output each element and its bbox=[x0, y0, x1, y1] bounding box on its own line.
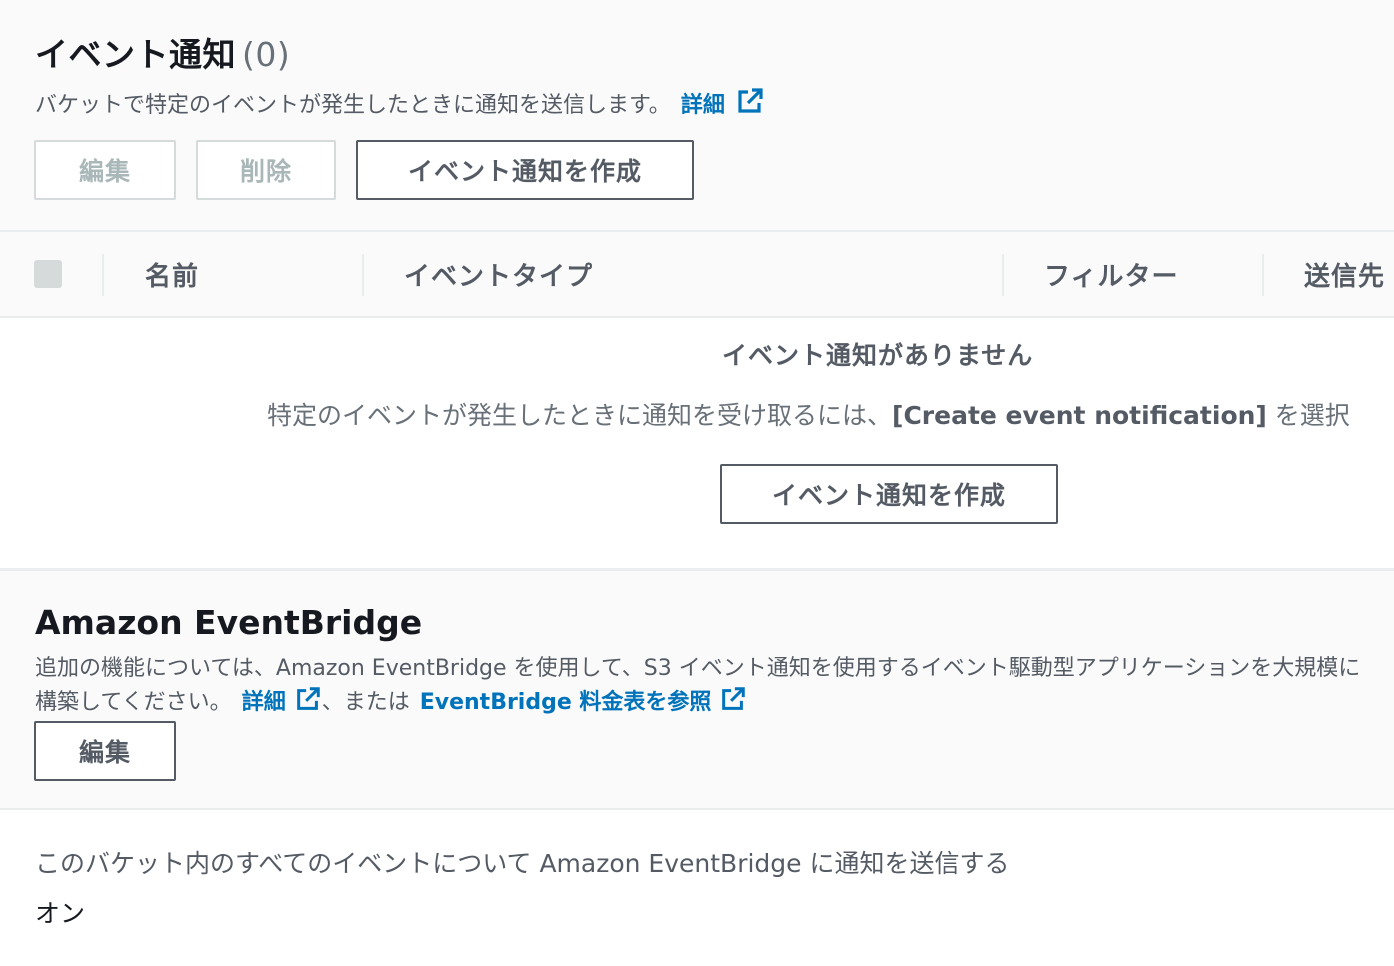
empty-state-create-button[interactable]: イベント通知を作成 bbox=[720, 464, 1058, 524]
eventbridge-setting-label: このバケット内のすべてのイベントについて Amazon EventBridge … bbox=[35, 849, 1010, 878]
eventbridge-setting-value: オン bbox=[35, 899, 86, 928]
column-divider[interactable] bbox=[1002, 254, 1004, 296]
event-notifications-description: バケットで特定のイベントが発生したときに通知を送信します。 詳細 bbox=[35, 86, 765, 119]
empty-desc-suffix: を選択 bbox=[1266, 401, 1350, 430]
eventbridge-learn-more-link[interactable]: 詳細 bbox=[242, 690, 286, 715]
column-divider[interactable] bbox=[362, 254, 364, 296]
table-header: 名前 イベントタイプ フィルター 送信先 bbox=[0, 230, 1394, 318]
column-header-event-type[interactable]: イベントタイプ bbox=[404, 256, 593, 293]
column-header-name[interactable]: 名前 bbox=[145, 256, 199, 293]
empty-state-title: イベント通知がありません bbox=[722, 341, 1034, 370]
column-divider[interactable] bbox=[102, 254, 104, 296]
event-notifications-count: (0) bbox=[242, 35, 291, 74]
eventbridge-settings: このバケット内のすべてのイベントについて Amazon EventBridge … bbox=[0, 810, 1394, 966]
column-divider[interactable] bbox=[1262, 254, 1264, 296]
delete-button[interactable]: 削除 bbox=[196, 140, 336, 200]
title-text: イベント通知 bbox=[35, 35, 236, 74]
column-header-destination[interactable]: 送信先 bbox=[1304, 256, 1385, 293]
learn-more-link[interactable]: 詳細 bbox=[681, 93, 725, 118]
eventbridge-edit-button[interactable]: 編集 bbox=[34, 721, 176, 781]
eventbridge-description: 追加の機能については、Amazon EventBridge を使用して、S3 イ… bbox=[35, 653, 1375, 719]
eventbridge-pricing-link[interactable]: EventBridge 料金表を参照 bbox=[420, 690, 712, 715]
event-notifications-title: イベント通知 (0) bbox=[35, 28, 290, 76]
external-link-icon[interactable] bbox=[294, 685, 322, 713]
or-text: 、または bbox=[321, 690, 410, 715]
empty-state: イベント通知がありません 特定のイベントが発生したときに通知を受け取るには、[C… bbox=[0, 318, 1394, 568]
empty-state-description: 特定のイベントが発生したときに通知を受け取るには、[Create event n… bbox=[267, 396, 1350, 432]
edit-button[interactable]: 編集 bbox=[34, 140, 176, 200]
description-text: バケットで特定のイベントが発生したときに通知を送信します。 bbox=[35, 93, 671, 118]
select-all-checkbox[interactable] bbox=[34, 260, 62, 288]
column-header-filter[interactable]: フィルター bbox=[1044, 256, 1178, 293]
external-link-icon[interactable] bbox=[719, 685, 747, 713]
create-event-notification-button[interactable]: イベント通知を作成 bbox=[356, 140, 694, 200]
external-link-icon[interactable] bbox=[735, 86, 765, 116]
eventbridge-panel: Amazon EventBridge 追加の機能については、Amazon Eve… bbox=[0, 568, 1394, 810]
event-notifications-panel: イベント通知 (0) バケットで特定のイベントが発生したときに通知を送信します。詳… bbox=[0, 0, 1394, 230]
empty-desc-prefix: 特定のイベントが発生したときに通知を受け取るには、 bbox=[267, 401, 893, 430]
page: イベント通知 (0) バケットで特定のイベントが発生したときに通知を送信します。詳… bbox=[0, 0, 1394, 966]
eventbridge-title: Amazon EventBridge bbox=[35, 603, 423, 642]
empty-desc-bold: [Create event notification] bbox=[892, 401, 1267, 430]
